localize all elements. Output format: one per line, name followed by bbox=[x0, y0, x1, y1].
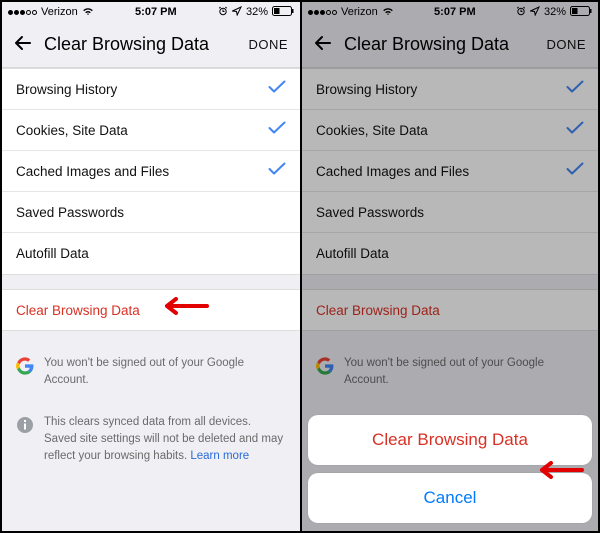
wifi-icon bbox=[82, 6, 94, 19]
confirm-clear-button[interactable]: Clear Browsing Data bbox=[308, 415, 592, 465]
list-item[interactable]: Autofill Data bbox=[2, 233, 300, 274]
back-button[interactable] bbox=[14, 32, 44, 58]
learn-more-link[interactable]: Learn more bbox=[190, 450, 249, 462]
data-type-list: Browsing History Cookies, Site Data Cach… bbox=[2, 68, 300, 275]
status-bar: Verizon 5:07 PM 32% bbox=[2, 2, 300, 22]
checkmark-icon bbox=[268, 161, 286, 181]
list-item-label: Cookies, Site Data bbox=[16, 123, 268, 138]
list-item-label: Saved Passwords bbox=[16, 205, 286, 220]
checkmark-icon bbox=[268, 120, 286, 140]
screenshot-right: Verizon 5:07 PM 32% Clear Browsing Data … bbox=[300, 2, 598, 531]
header: Clear Browsing Data DONE bbox=[2, 22, 300, 68]
done-button[interactable]: DONE bbox=[248, 37, 288, 52]
list-item[interactable]: Cached Images and Files bbox=[2, 151, 300, 192]
checkmark-icon bbox=[268, 79, 286, 99]
list-item[interactable]: Cookies, Site Data bbox=[2, 110, 300, 151]
sync-note: This clears synced data from all devices… bbox=[2, 402, 300, 478]
list-item[interactable]: Browsing History bbox=[2, 69, 300, 110]
google-account-note: You won't be signed out of your Google A… bbox=[2, 343, 300, 402]
battery-percent: 32% bbox=[246, 6, 268, 18]
google-logo-icon bbox=[16, 357, 34, 375]
action-sheet: Clear Browsing Data Cancel bbox=[308, 407, 592, 523]
alarm-icon bbox=[218, 6, 228, 19]
cancel-button[interactable]: Cancel bbox=[308, 473, 592, 523]
list-item-label: Cached Images and Files bbox=[16, 164, 268, 179]
signal-dots-icon bbox=[8, 10, 37, 15]
info-text: You won't be signed out of your Google A… bbox=[44, 355, 286, 390]
page-title: Clear Browsing Data bbox=[44, 34, 248, 55]
list-item-label: Autofill Data bbox=[16, 246, 286, 261]
status-time: 5:07 PM bbox=[135, 6, 177, 18]
location-icon bbox=[232, 6, 242, 19]
info-icon bbox=[16, 416, 34, 439]
screenshot-left: Verizon 5:07 PM 32% Clear Browsing Data … bbox=[2, 2, 300, 531]
clear-browsing-data-button[interactable]: Clear Browsing Data bbox=[2, 289, 300, 331]
carrier-label: Verizon bbox=[41, 6, 78, 18]
battery-icon bbox=[272, 6, 294, 19]
info-text: This clears synced data from all devices… bbox=[44, 414, 286, 466]
arrow-left-icon bbox=[14, 34, 32, 52]
list-item[interactable]: Saved Passwords bbox=[2, 192, 300, 233]
list-item-label: Browsing History bbox=[16, 82, 268, 97]
